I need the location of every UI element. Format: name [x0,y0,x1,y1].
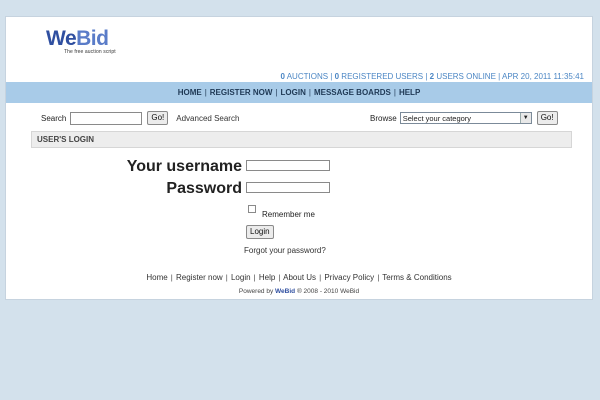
footer-link-register[interactable]: Register now [176,273,223,282]
nav-separator: | [275,88,278,97]
webid-logo[interactable]: WeBid The free auction script [46,27,116,55]
footer-separator: | [278,275,281,282]
users-count: 0 [334,72,340,81]
nav-separator: | [308,88,311,97]
site-stats: 0 AUCTIONS | 0 REGISTERED USERS | 2 USER… [280,72,584,81]
nav-login[interactable]: LOGIN [281,88,306,97]
remember-me-row: Remember me [248,205,315,219]
powered-suffix: ® 2008 - 2010 [296,288,339,295]
registered-users-label: REGISTERED USERS [341,72,424,81]
auctions-label[interactable]: AUCTIONS [287,72,328,81]
footer-link-help[interactable]: Help [259,273,275,282]
footer-separator: | [377,275,380,282]
online-count: 2 [429,72,435,81]
powered-brand-link[interactable]: WeBid [275,288,295,295]
nav-home[interactable]: HOME [178,88,202,97]
current-datetime: APR 20, 2011 11:35:41 [502,72,584,81]
footer-links: Home | Register now | Login | Help | Abo… [6,273,592,282]
search-input[interactable] [70,111,143,125]
nav-register-now[interactable]: REGISTER NOW [210,88,273,97]
footer-separator: | [170,275,173,282]
logo-we: We [46,27,77,50]
main-panel: WeBid The free auction script 0 AUCTIONS… [5,16,593,300]
advanced-search-link[interactable]: Advanced Search [176,114,239,123]
footer-link-home[interactable]: Home [146,273,167,282]
password-field[interactable] [246,182,330,193]
logo-bid: Bid [76,27,109,50]
powered-prefix: Powered by [238,288,274,295]
footer-separator: | [319,275,322,282]
chevron-down-icon[interactable]: ▼ [519,113,531,123]
browse-go-button[interactable]: Go! [536,111,558,125]
powered-brand-2[interactable]: WeBid [340,288,359,295]
nav-separator: | [204,88,207,97]
login-button[interactable]: Login [246,225,274,239]
main-nav: HOME | REGISTER NOW | LOGIN | MESSAGE BOARDS | H… [6,82,592,103]
category-select[interactable]: Select your category ▼ [399,112,532,124]
nav-help[interactable]: HELP [399,88,420,97]
nav-separator: | [393,88,396,97]
section-title: USER'S LOGIN [31,131,572,148]
search-label: Search [41,113,67,123]
password-label: Password [166,180,242,197]
username-row: Your username [6,158,594,175]
auctions-count: 0 [280,72,285,81]
users-online-label: USERS ONLINE [436,72,496,81]
footer-link-terms[interactable]: Terms & Conditions [382,273,451,282]
footer-separator: | [253,275,256,282]
search-bar: Search Go! Advanced Search [41,110,239,126]
search-go-button[interactable]: Go! [147,111,169,125]
password-row: Password [6,180,594,197]
footer-link-privacy[interactable]: Privacy Policy [324,273,374,282]
username-field[interactable] [246,160,330,171]
nav-message-boards[interactable]: MESSAGE BOARDS [314,88,391,97]
remember-me-checkbox[interactable] [248,205,256,213]
footer-link-about[interactable]: About Us [283,273,316,282]
browse-label: Browse [370,113,397,123]
browse-bar: Browse Select your category ▼ Go! [370,110,558,126]
footer-separator: | [225,275,228,282]
footer-link-login[interactable]: Login [231,273,251,282]
logo-text: WeBid [46,27,116,51]
category-select-value: Select your category [402,114,472,123]
username-label: Your username [126,158,242,175]
remember-me-label: Remember me [262,210,315,219]
logo-tagline: The free auction script [64,49,116,55]
powered-by: Powered by WeBid ® 2008 - 2010 WeBid [6,288,592,295]
forgot-password-link[interactable]: Forgot your password? [244,246,326,255]
